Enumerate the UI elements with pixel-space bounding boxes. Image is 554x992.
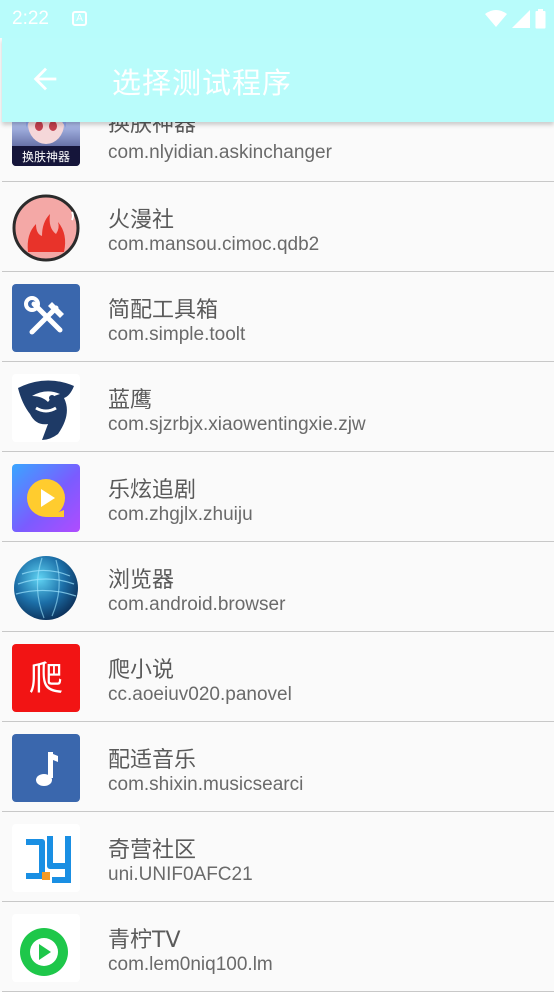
page-title: 选择测试程序 xyxy=(112,66,293,100)
eagle-icon xyxy=(12,374,80,442)
app-package: com.zhgjlx.zhuiju xyxy=(108,504,253,525)
wifi-icon xyxy=(485,10,507,27)
icon-label: 换肤神器 xyxy=(22,149,70,164)
icon-label: 爬 xyxy=(29,659,63,699)
music-note-icon xyxy=(12,734,80,802)
app-package: com.shixin.musicsearci xyxy=(108,774,304,795)
notification-icon: A xyxy=(72,11,87,26)
app-package: com.lem0niq100.lm xyxy=(108,954,273,975)
app-row-qingning[interactable]: 青柠TV com.lem0niq100.lm xyxy=(2,902,554,992)
app-name: 火漫社 xyxy=(108,208,175,233)
app-row-music[interactable]: 配适音乐 com.shixin.musicsearci xyxy=(2,722,554,812)
app-name: 奇营社区 xyxy=(108,838,197,863)
qi-logo-icon xyxy=(12,824,80,892)
status-time: 2:22 xyxy=(12,8,49,29)
play-circle-icon xyxy=(12,914,80,982)
play-icon xyxy=(12,464,80,532)
app-name: 简配工具箱 xyxy=(108,298,219,323)
app-name: 爬小说 xyxy=(108,658,175,683)
app-name: 乐炫追剧 xyxy=(108,478,197,503)
app-package: com.sjzrbjx.xiaowentingxie.zjw xyxy=(108,414,366,435)
tools-icon xyxy=(12,284,80,352)
app-row-panovel[interactable]: 爬 爬小说 cc.aoeiuv020.panovel xyxy=(2,632,554,722)
app-row-toolbox[interactable]: 简配工具箱 com.simple.toolt xyxy=(2,272,554,362)
arrow-left-icon[interactable] xyxy=(28,62,62,96)
signal-icon xyxy=(512,10,530,28)
system-icons xyxy=(485,9,546,29)
globe-icon xyxy=(12,554,80,622)
status-bar: 2:22 A xyxy=(0,0,554,38)
app-row-huomanshe[interactable]: 火漫社 com.mansou.cimoc.qdb2 xyxy=(2,182,554,272)
app-bar: 选择测试程序 xyxy=(2,38,554,122)
app-name: 浏览器 xyxy=(108,568,175,593)
app-row-browser[interactable]: 浏览器 com.android.browser xyxy=(2,542,554,632)
app-package: uni.UNIF0AFC21 xyxy=(108,864,253,885)
app-list: 换肤神器 换肤神器 com.nlyidian.askinchanger 火漫社 … xyxy=(2,90,554,992)
app-package: com.mansou.cimoc.qdb2 xyxy=(108,234,320,255)
flame-icon xyxy=(12,194,80,262)
app-row-qiying[interactable]: 奇营社区 uni.UNIF0AFC21 xyxy=(2,812,554,902)
app-row-zhuiju[interactable]: 乐炫追剧 com.zhgjlx.zhuiju xyxy=(2,452,554,542)
app-package: com.android.browser xyxy=(108,594,286,615)
app-name: 蓝鹰 xyxy=(108,388,153,413)
pa-character-icon: 爬 xyxy=(12,644,80,712)
app-name: 青柠TV xyxy=(108,928,181,953)
app-package: cc.aoeiuv020.panovel xyxy=(108,684,292,705)
battery-icon xyxy=(535,9,546,29)
app-row-lanying[interactable]: 蓝鹰 com.sjzrbjx.xiaowentingxie.zjw xyxy=(2,362,554,452)
app-name: 配适音乐 xyxy=(108,748,197,773)
app-package: com.nlyidian.askinchanger xyxy=(108,142,332,163)
app-package: com.simple.toolt xyxy=(108,324,246,345)
